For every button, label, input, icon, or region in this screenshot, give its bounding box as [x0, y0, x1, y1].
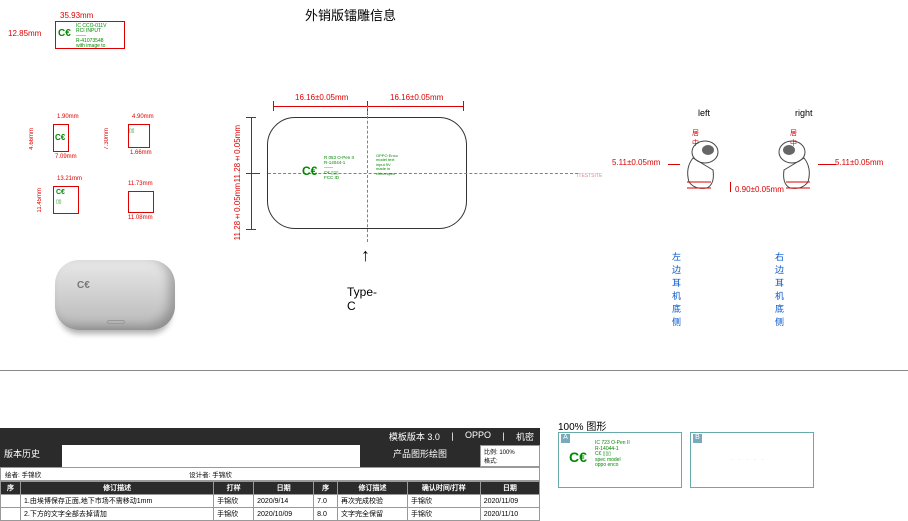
dim-b3-h: 11.45mm [37, 188, 43, 213]
tiny-note: /TESTSITE [577, 173, 602, 179]
page-title: 外销版镭雕信息 [305, 5, 396, 24]
arrow-up-icon: ↑ [361, 245, 370, 266]
thumb-b-text: · · · · · [731, 457, 766, 463]
thumb-a: A C€ IC 723 O-Pen IIR-14044-1C€ ▯▯▯spec … [558, 432, 682, 488]
thumb-ce-icon: C€ [569, 449, 587, 465]
table-row: 2.下方的文字全部去掉请加手锦欣2020/10/09 8.0文字完全保留手锦欣2… [1, 508, 540, 521]
dim-case-side-t: 11.28±0.05mm [233, 125, 242, 182]
title-bar: 模板版本 3.0 丨 OPPO 丨 机密 [0, 428, 540, 445]
revision-table: 序 修订描述 打样 日期 序 修订描述 确认时间/打样 日期 1.由埃博保存正面… [0, 481, 540, 521]
brand: OPPO [465, 430, 491, 443]
drawing-header: 产品图形绘图 [360, 445, 480, 467]
thumb-a-badge: A [561, 434, 570, 443]
dim-top-height: 12.85mm [8, 29, 41, 38]
port-label: Type-C [347, 285, 377, 313]
thumb-b: B · · · · · [690, 432, 814, 488]
ce-main-icon: C€ [302, 164, 317, 178]
dimline [730, 182, 731, 192]
ce-icon-b3: C€ [56, 189, 65, 196]
dim-b1-w: 1.90mm [57, 114, 79, 120]
dim-top-width: 35.93mm [60, 11, 93, 20]
dim-b3-w: 13.21mm [57, 176, 82, 182]
case-label-text-r: OPPO Encomodel textinput 5Vmade inchina … [376, 154, 426, 194]
render-ce-icon: C€ [77, 280, 90, 291]
author: 手锦欣 [22, 472, 42, 479]
label-text: IC CCO-011VRCI INPUT——R-41073548with ima… [76, 24, 106, 49]
thumb-title: 100% 图形 [558, 418, 606, 433]
dim-tick [463, 101, 464, 111]
reviser-prefix: 设计者: [189, 472, 210, 479]
case-render: C€ [55, 260, 185, 350]
dimline [668, 164, 680, 165]
earbud-right-label: right [795, 108, 813, 118]
dim-case-top-l: 16.16±0.05mm [295, 93, 348, 102]
dim-case-side-b: 11.28±0.05mm [233, 183, 242, 240]
history-header: 版本历史 [0, 445, 62, 467]
dim-bud-r: 5.11±0.05mm [835, 158, 883, 167]
author-prefix: 绘者: [5, 472, 20, 479]
dim-tick [246, 173, 260, 174]
dim-tick [273, 101, 274, 111]
dimline-top [273, 106, 463, 107]
case-outline: C€ R 053 O-Pen IIR-14044-1——C€ ▯▯▯FCC ID… [267, 117, 467, 229]
dim-b4-w: 11.73mm [128, 181, 153, 187]
format: 格式: [484, 459, 498, 465]
earbud-left-label: left [698, 108, 710, 118]
earbud-right-icon [772, 138, 822, 193]
dim-b4-h: 11.08mm [128, 215, 153, 221]
dimline [818, 164, 836, 165]
dim-case-top-r: 16.16±0.05mm [390, 93, 443, 102]
caption-left: 左边耳机底侧 [672, 250, 681, 328]
dim-bud-l: 5.11±0.05mm [612, 158, 660, 167]
dim-tick [246, 117, 256, 118]
template-ver: 模板版本 3.0 [389, 430, 440, 443]
thumb-b-badge: B [693, 434, 702, 443]
dim-b1-side: 4.66mm [29, 128, 35, 150]
thumb-text: IC 723 O-Pen IIR-14044-1C€ ▯▯▯spec model… [595, 441, 630, 469]
confidential: 机密 [516, 430, 534, 443]
dim-b2-side: 7.30mm [104, 128, 110, 150]
scale: 比例: 100% [484, 450, 515, 456]
dim-b1-h: 7.09mm [55, 154, 77, 160]
earbud-left-icon [675, 138, 725, 193]
ce-icon-small: C€ [55, 133, 65, 142]
mark-text: ▯▯ [129, 128, 135, 134]
dim-tick [246, 229, 256, 230]
usb-port-icon [107, 320, 125, 324]
case-label-text: R 053 O-Pen IIR-14044-1——C€ ▯▯▯FCC ID [324, 156, 354, 181]
reviser: 手锦欣 [212, 472, 232, 479]
dim-b2-w: 4.90mm [132, 114, 154, 120]
table-header-row: 序 修订描述 打样 日期 序 修订描述 确认时间/打样 日期 [1, 482, 540, 495]
divider [0, 370, 908, 371]
dim-b2-h: 1.66mm [130, 150, 152, 156]
caption-right: 右边耳机底侧 [775, 250, 784, 328]
text-b3: ▯▯ [56, 199, 62, 205]
table-row: 1.由埃博保存正面,地下市场不需移动1mm手锦欣2020/9/14 7.0再次完… [1, 495, 540, 508]
centerline-v [367, 106, 368, 242]
ce-mark-icon: C€ [58, 28, 71, 39]
